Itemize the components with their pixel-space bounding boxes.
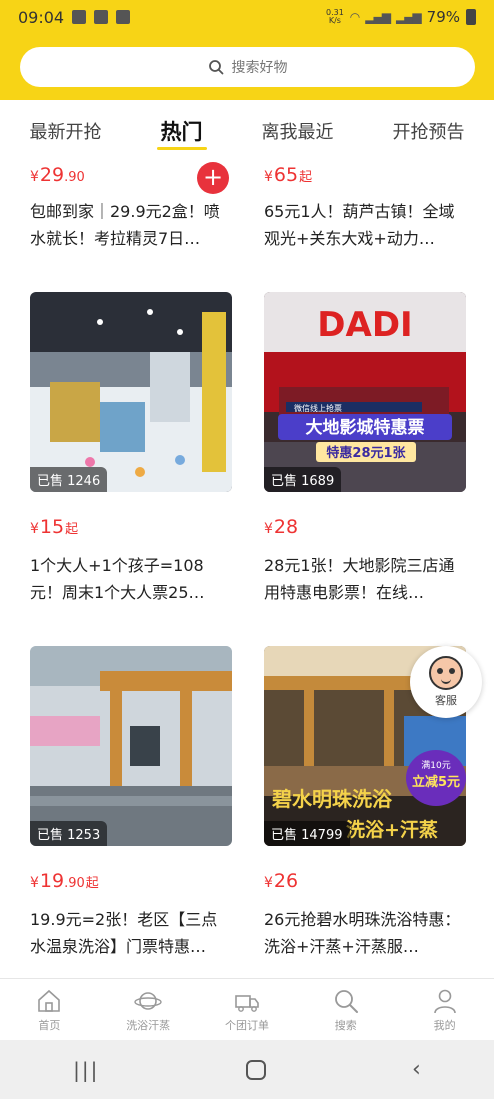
image-text-sub: 洗浴+汗蒸 [346, 818, 438, 841]
product-card[interactable]: 已售 1253 ¥ 19 .90 起 19.9元=2张！老区【三点水温泉洗浴】门… [30, 646, 232, 960]
add-to-cart-button[interactable]: + [197, 162, 229, 194]
search-bar[interactable]: 搜索好物 [20, 47, 475, 87]
search-header: 搜索好物 [0, 34, 494, 100]
tab-hot[interactable]: 热门 [155, 110, 209, 152]
image-badge-main: 立减5元 [412, 774, 460, 790]
image-text-promo: 大地影城特惠票 [306, 417, 425, 438]
sold-count: 已售 14799 [264, 821, 350, 846]
product-title: 包邮到家｜29.9元2盒！喷水就长！考拉精灵7日… [30, 202, 220, 248]
search-placeholder: 搜索好物 [231, 60, 288, 76]
product-title: 1个大人+1个孩子=108元！周末1个大人票25… [30, 556, 205, 602]
product-title: 26元抢碧水明珠洗浴特惠：洗浴+汗蒸+汗蒸服… [264, 910, 461, 956]
bottom-nav: 首页 洗浴汗蒸 个团订单 搜索 我的 [0, 978, 494, 1040]
product-title: 65元1人！葫芦古镇！全域观光+关东大戏+动力… [264, 202, 455, 248]
signal-2-icon: ▂▄▆ [395, 10, 422, 24]
product-image[interactable]: DADI 微信线上抢票 大地影城特惠票 特惠28元1张 已售 1689 [264, 292, 466, 492]
nav-bath-sauna[interactable]: 洗浴汗蒸 [108, 987, 188, 1033]
product-price: ¥ 19 .90 起 [30, 870, 99, 892]
sold-count: 已售 1246 [30, 467, 108, 492]
signal-icon: ▂▄▆ [365, 10, 391, 24]
tab-latest[interactable]: 最新开抢 [24, 112, 108, 150]
wifi-icon: ◠ [349, 10, 361, 24]
tab-upcoming[interactable]: 开抢预告 [387, 112, 471, 150]
status-bar: 09:04 0.31 K/s ◠ ▂▄▆ ▂▄▆ 79% [0, 0, 494, 34]
product-price: ¥ 65 起 [264, 164, 313, 186]
nav-home[interactable]: 首页 [9, 987, 89, 1033]
battery-icon [466, 9, 476, 25]
tab-nearby[interactable]: 离我最近 [256, 112, 340, 150]
mail-icon [72, 10, 87, 24]
service-avatar-icon [429, 656, 463, 690]
image-text-main: 碧水明珠洗浴 [271, 787, 393, 811]
sold-count: 已售 1253 [30, 821, 108, 846]
customer-service-button[interactable]: 客服 [410, 646, 482, 718]
nav-group-orders[interactable]: 个团订单 [207, 987, 287, 1033]
app-notification-icon [94, 10, 109, 24]
product-price: ¥ 26 [264, 870, 299, 892]
search-icon [334, 989, 358, 1013]
system-navigation-bar: ||| ‹ [0, 1040, 494, 1099]
image-text-small: 微信线上抢票 [294, 403, 342, 413]
recent-apps-icon[interactable]: ||| [73, 1058, 99, 1082]
category-tabs: 最新开抢 热门 离我最近 开抢预告 [0, 100, 494, 162]
image-badge-top: 满10元 [421, 760, 450, 771]
product-price: ¥ 15 起 [30, 516, 79, 538]
sold-count: 已售 1689 [264, 467, 342, 492]
battery-percent: 79% [426, 8, 460, 26]
product-card[interactable]: DADI 微信线上抢票 大地影城特惠票 特惠28元1张 已售 1689 ¥ 28… [264, 292, 466, 606]
back-icon[interactable]: ‹ [412, 1057, 421, 1082]
product-card[interactable]: 已售 1246 ¥ 15 起 1个大人+1个孩子=108元！周末1个大人票25… [30, 292, 232, 606]
image-text-sub: 特惠28元1张 [326, 445, 406, 461]
network-speed: 0.31 K/s [325, 8, 344, 25]
status-time: 09:04 [18, 7, 65, 27]
plus-icon: + [202, 163, 224, 191]
user-icon [433, 989, 456, 1013]
truck-icon [235, 994, 259, 1012]
product-card[interactable]: ¥ 65 起 65元1人！葫芦古镇！全域观光+关东大戏+动力… [264, 164, 466, 252]
product-title: 28元1张！大地影院三店通用特惠电影票！在线… [264, 556, 455, 602]
customer-service-label: 客服 [435, 694, 457, 707]
nav-profile[interactable]: 我的 [405, 987, 485, 1033]
home-button-icon[interactable] [245, 1059, 266, 1080]
product-image[interactable]: 已售 1253 [30, 646, 232, 846]
nav-search[interactable]: 搜索 [306, 987, 386, 1033]
image-text-dadi: DADI [317, 305, 412, 345]
product-price: ¥ 28 [264, 516, 299, 538]
search-icon [208, 60, 223, 75]
product-image[interactable]: 已售 1246 [30, 292, 232, 492]
product-title: 19.9元=2张！老区【三点水温泉洗浴】门票特惠… [30, 910, 218, 956]
home-icon [38, 989, 61, 1012]
image-icon [116, 10, 131, 24]
planet-icon [134, 991, 162, 1010]
